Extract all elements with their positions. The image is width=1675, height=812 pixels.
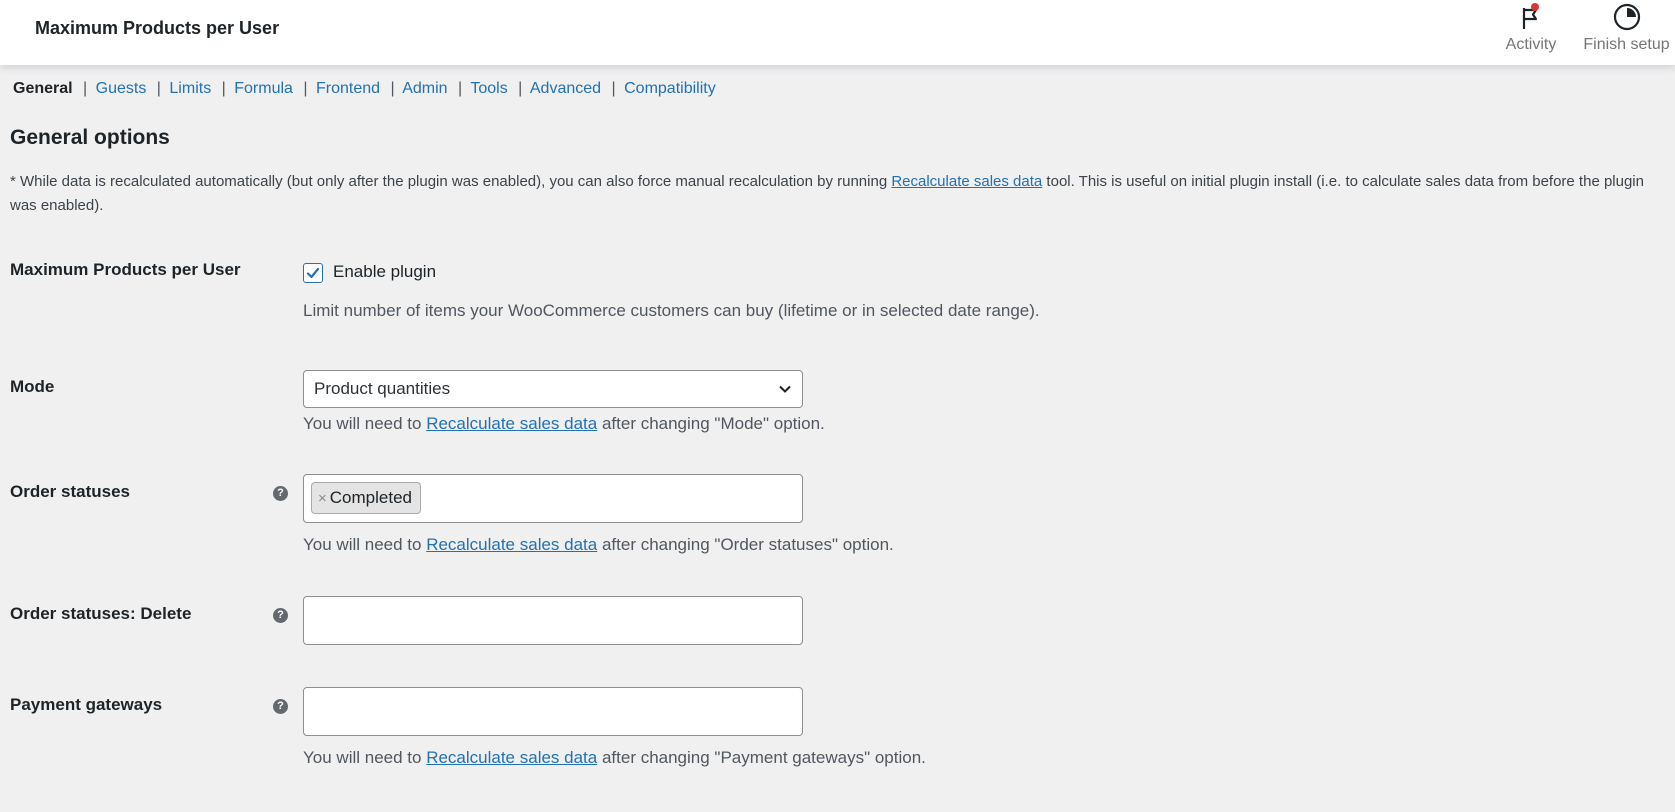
settings-tabs: General | Guests | Limits | Formula | Fr… — [13, 80, 716, 98]
tab-separator: | — [303, 80, 308, 97]
order-statuses-desc-text: You will need to — [303, 535, 427, 554]
mode-label: Mode — [10, 377, 55, 396]
chevron-down-icon — [779, 385, 791, 393]
top-header-bar: Maximum Products per User Activity Finis… — [0, 0, 1675, 65]
enable-plugin-checkbox[interactable] — [303, 263, 323, 283]
tab-limits[interactable]: Limits — [169, 80, 211, 97]
plugin-description: Limit number of items your WooCommerce c… — [303, 301, 1040, 320]
mode-desc-text: You will need to — [303, 414, 427, 433]
order-status-tag: × Completed — [311, 482, 421, 514]
tab-frontend[interactable]: Frontend — [316, 80, 380, 97]
payment-gateways-description: You will need to Recalculate sales data … — [303, 748, 926, 768]
tab-separator: | — [221, 80, 226, 97]
tab-formula[interactable]: Formula — [234, 80, 293, 97]
remove-tag-icon[interactable]: × — [318, 490, 327, 507]
tab-admin[interactable]: Admin — [402, 80, 447, 97]
tab-separator: | — [83, 80, 88, 97]
order-statuses-description: You will need to Recalculate sales data … — [303, 535, 894, 555]
order-statuses-multiselect[interactable]: × Completed — [303, 474, 803, 523]
finish-setup-button[interactable]: Finish setup — [1578, 0, 1675, 65]
help-icon[interactable]: ? — [273, 608, 288, 623]
progress-circle-icon — [1613, 3, 1640, 31]
order-statuses-label: Order statuses — [10, 482, 130, 501]
plugin-label: Maximum Products per User — [10, 260, 241, 279]
payment-gateways-desc-text: You will need to — [303, 748, 427, 767]
tab-separator: | — [390, 80, 395, 97]
tab-separator: | — [458, 80, 463, 97]
payment-gateways-label: Payment gateways — [10, 695, 163, 714]
page-title: Maximum Products per User — [35, 18, 280, 38]
payment-gateways-multiselect[interactable] — [303, 687, 803, 736]
recalculate-sales-data-link[interactable]: Recalculate sales data — [426, 535, 597, 554]
flag-icon — [1522, 3, 1539, 29]
order-status-tag-label: Completed — [329, 488, 412, 507]
activity-label: Activity — [1505, 36, 1557, 53]
recalculate-sales-data-link[interactable]: Recalculate sales data — [426, 414, 597, 433]
mode-selected-value: Product quantities — [314, 379, 451, 398]
recalculate-sales-data-link[interactable]: Recalculate sales data — [426, 748, 597, 767]
section-title: General options — [10, 126, 170, 149]
tab-tools[interactable]: Tools — [470, 80, 507, 97]
order-statuses-delete-multiselect[interactable] — [303, 596, 803, 645]
tab-separator: | — [156, 80, 161, 97]
tab-separator: | — [611, 80, 616, 97]
tab-compatibility[interactable]: Compatibility — [624, 80, 716, 97]
recalculate-sales-data-link[interactable]: Recalculate sales data — [891, 173, 1042, 190]
tab-advanced[interactable]: Advanced — [530, 80, 601, 97]
tab-separator: | — [518, 80, 523, 97]
help-icon[interactable]: ? — [273, 699, 288, 714]
order-statuses-delete-label: Order statuses: Delete — [10, 604, 192, 623]
finish-setup-label: Finish setup — [1583, 36, 1670, 53]
enable-plugin-label[interactable]: Enable plugin — [333, 262, 436, 282]
mode-select[interactable]: Product quantities — [303, 370, 803, 408]
mode-description: You will need to Recalculate sales data … — [303, 414, 825, 434]
section-intro: * While data is recalculated automatical… — [10, 170, 1660, 218]
payment-gateways-desc-text-end: after changing "Payment gateways" option… — [597, 748, 926, 767]
tab-guests[interactable]: Guests — [96, 80, 147, 97]
checkmark-icon — [306, 267, 320, 279]
help-icon[interactable]: ? — [273, 486, 288, 501]
mode-desc-text-end: after changing "Mode" option. — [597, 414, 825, 433]
order-statuses-desc-text-end: after changing "Order statuses" option. — [597, 535, 894, 554]
intro-text: * While data is recalculated automatical… — [10, 173, 892, 190]
activity-button[interactable]: Activity — [1496, 0, 1566, 65]
tab-general[interactable]: General — [13, 80, 73, 97]
